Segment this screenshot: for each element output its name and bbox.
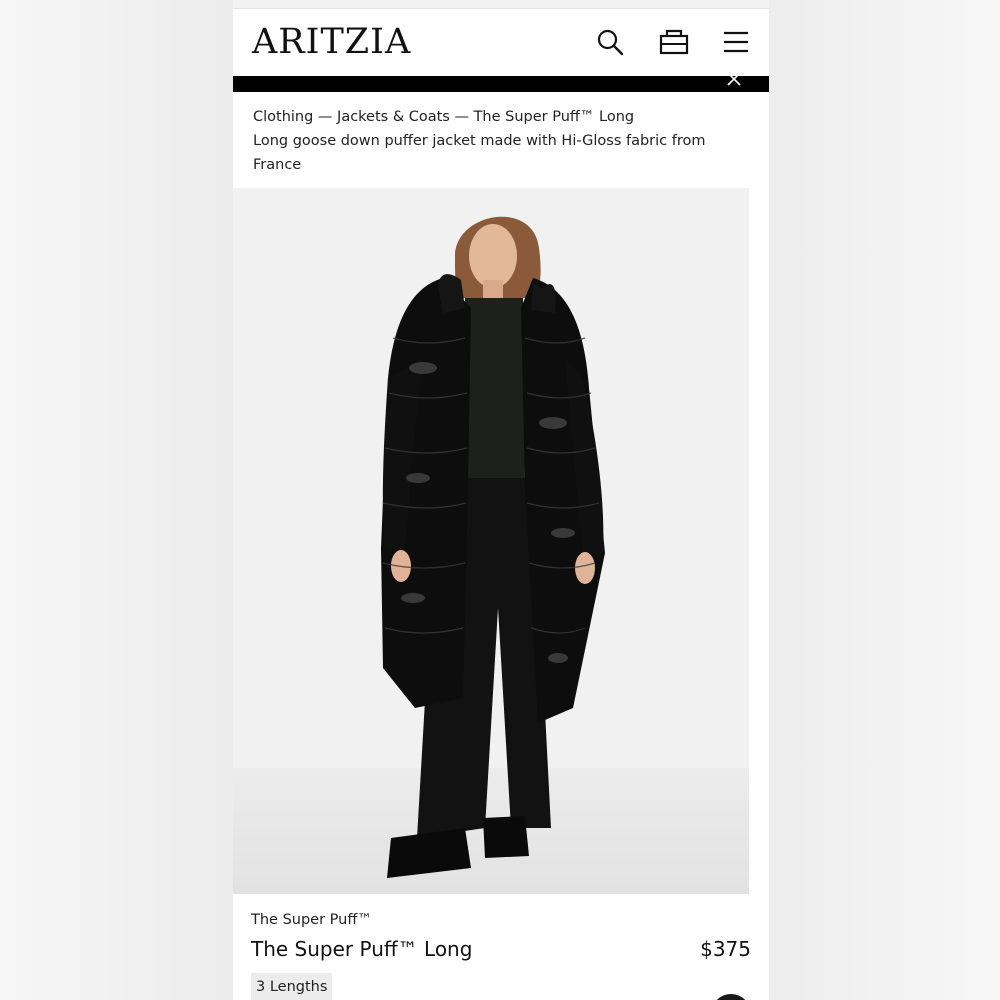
product-price: $375 xyxy=(700,937,751,961)
product-description: Long goose down puffer jacket made with … xyxy=(253,133,706,173)
product-name: The Super Puff™ Long xyxy=(251,937,473,961)
product-brand[interactable]: The Super Puff™ xyxy=(251,912,372,928)
menu-icon[interactable] xyxy=(719,25,753,59)
breadcrumb: Clothing — Jackets & Coats — The Super P… xyxy=(253,105,723,177)
banner-text xyxy=(375,76,379,81)
mobile-page: ARITZIA Clothing — Jackets & Coats — The… xyxy=(233,0,769,1000)
shopping-bag-icon[interactable] xyxy=(657,25,691,59)
product-image[interactable] xyxy=(233,188,769,894)
breadcrumb-path[interactable]: Clothing — Jackets & Coats — The Super P… xyxy=(253,105,723,129)
status-strip xyxy=(233,0,769,9)
background-left xyxy=(0,0,233,1000)
length-variant-chip[interactable]: 3 Lengths xyxy=(251,973,333,1000)
search-icon[interactable] xyxy=(593,25,627,59)
promo-banner xyxy=(233,76,769,92)
model-wearing-jacket xyxy=(381,216,605,878)
background-right xyxy=(769,0,1000,1000)
chat-button[interactable] xyxy=(711,994,751,1000)
brand-logo[interactable]: ARITZIA xyxy=(252,22,411,62)
site-header: ARITZIA xyxy=(233,9,769,76)
close-icon[interactable] xyxy=(725,76,743,88)
